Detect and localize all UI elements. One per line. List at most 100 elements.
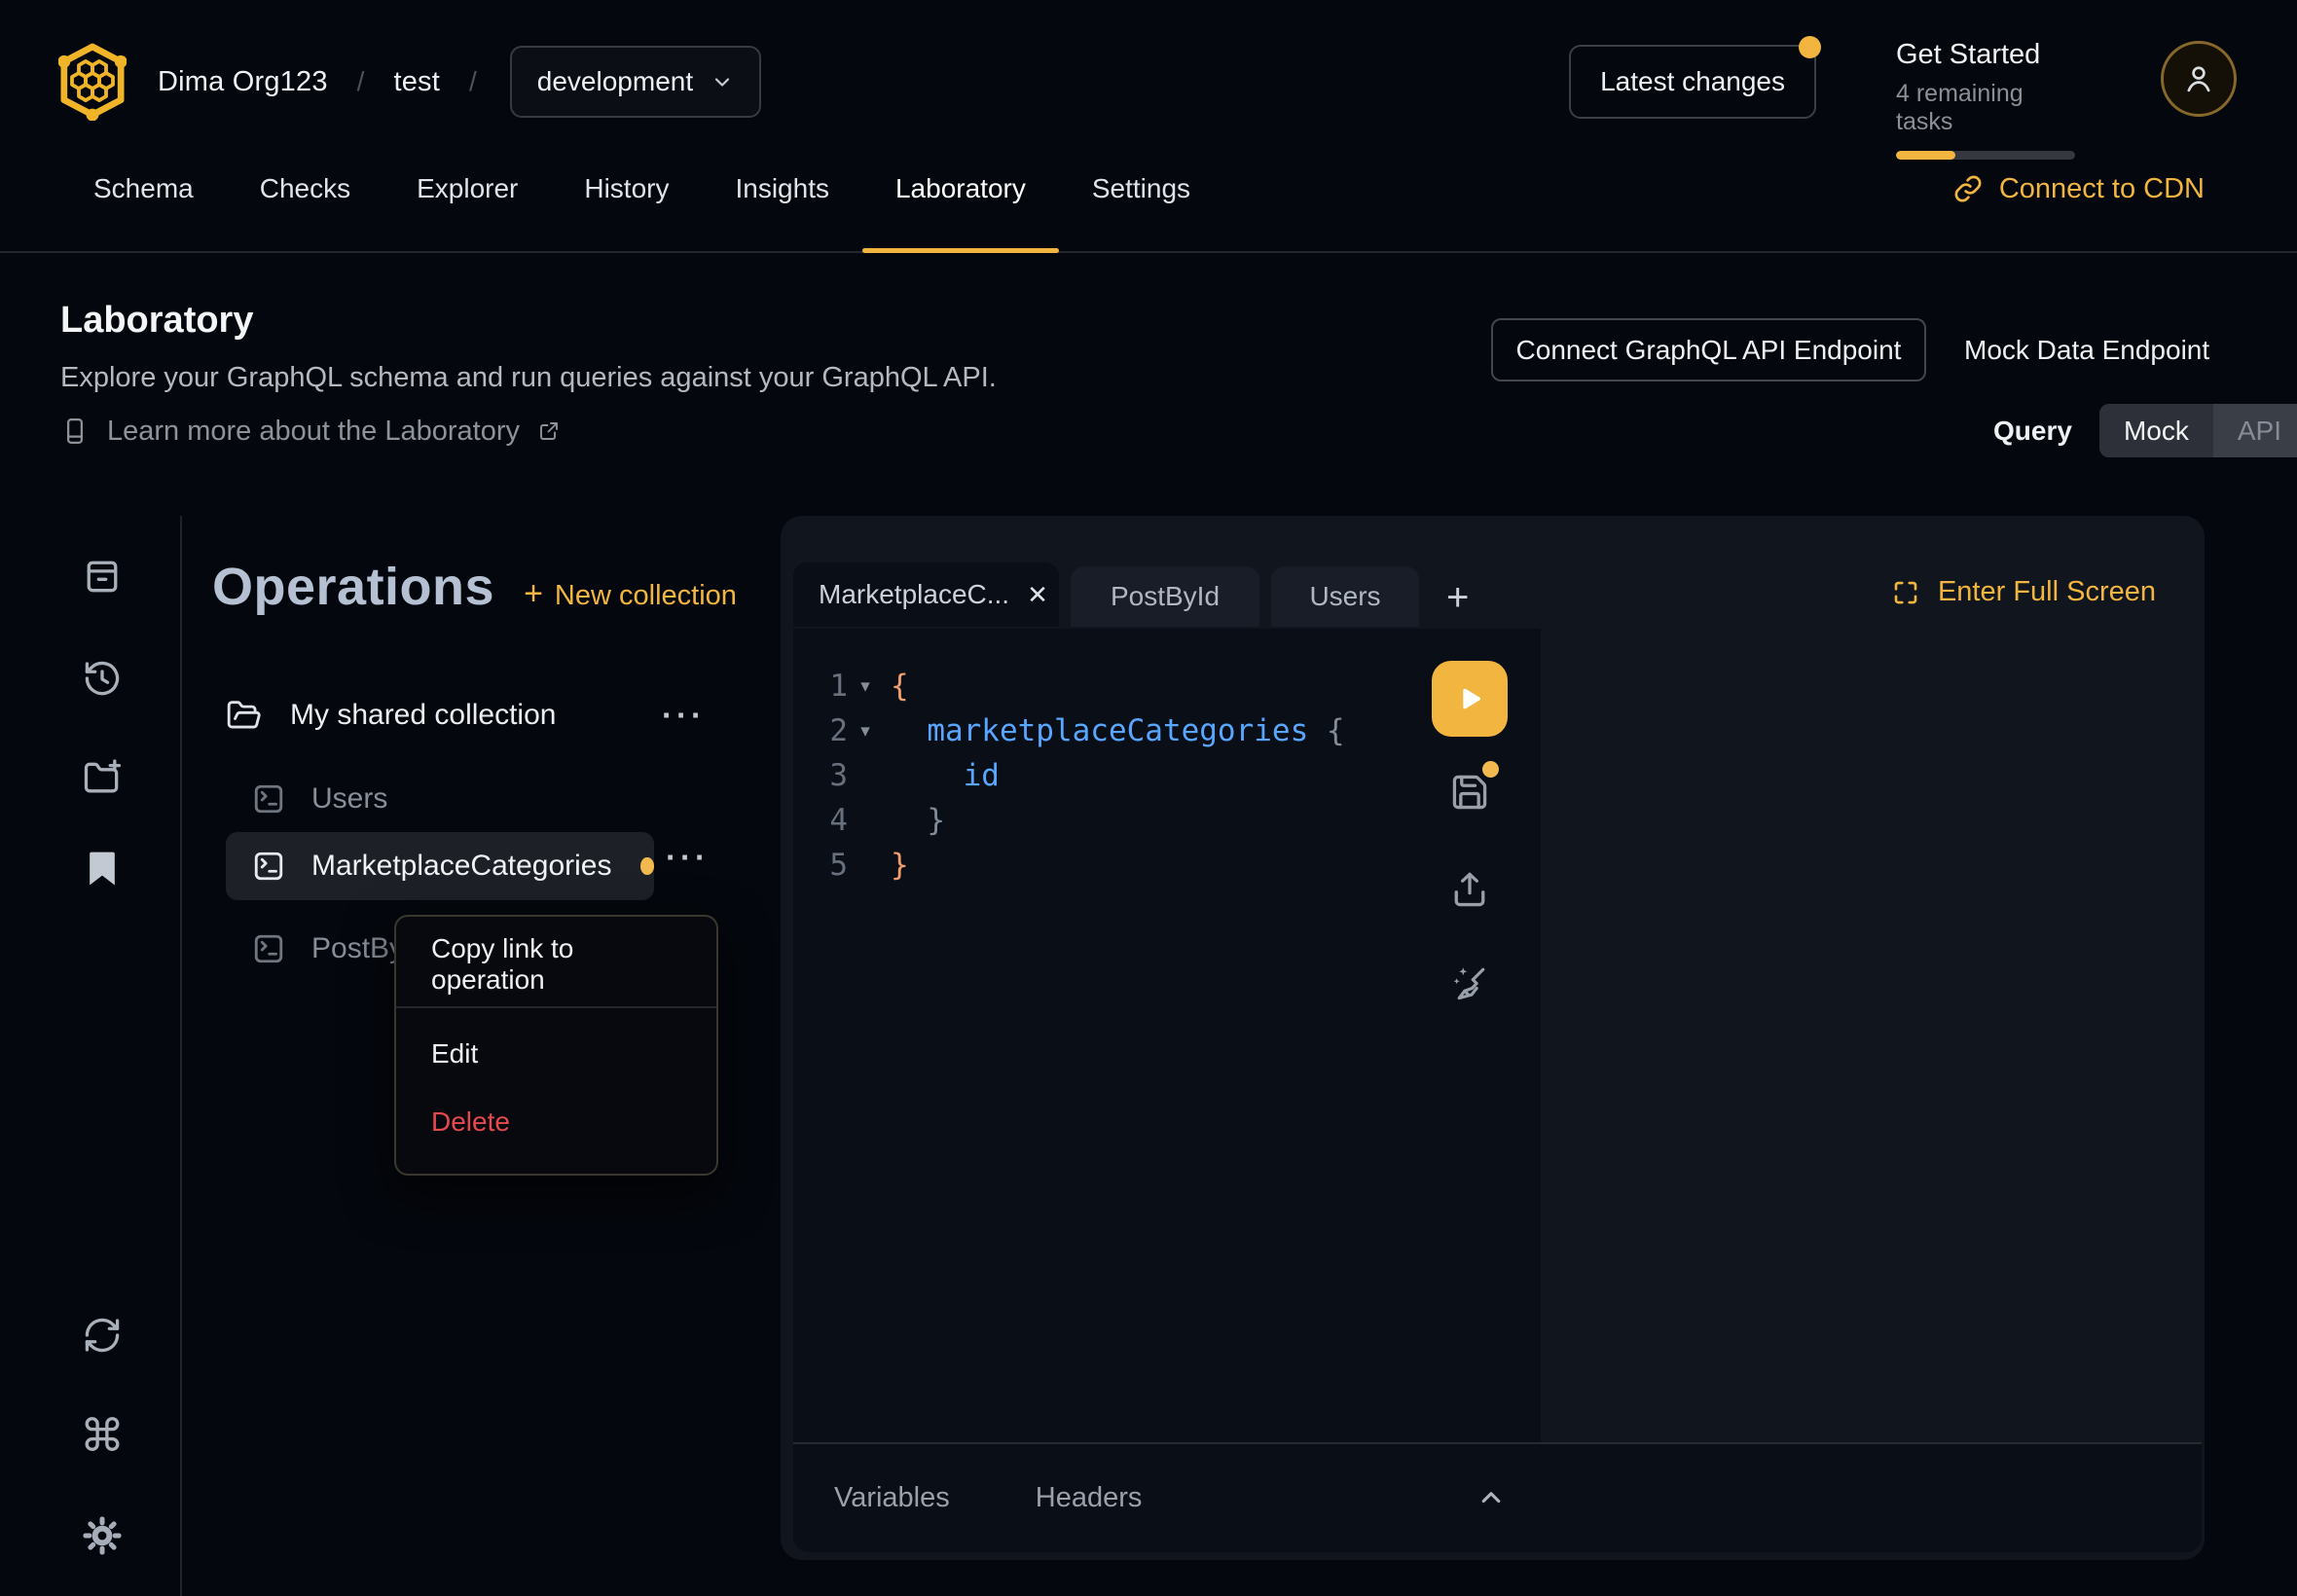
- operation-icon: [251, 781, 286, 816]
- run-query-button[interactable]: [1432, 661, 1508, 737]
- operation-menu-button[interactable]: ···: [666, 839, 710, 876]
- unsaved-changes-dot: [640, 857, 654, 875]
- fullscreen-icon: [1891, 578, 1920, 607]
- latest-changes-label: Latest changes: [1600, 66, 1785, 96]
- tab-schema[interactable]: Schema: [60, 127, 227, 251]
- folder-open-icon: [226, 697, 263, 734]
- user-avatar[interactable]: [2161, 41, 2237, 117]
- save-icon: [1448, 771, 1491, 814]
- tab-explorer[interactable]: Explorer: [383, 127, 551, 251]
- save-operation-button[interactable]: [1432, 770, 1508, 815]
- page-title: Laboratory: [60, 300, 253, 342]
- new-collection-button[interactable]: + New collection: [524, 575, 737, 613]
- tab-checks[interactable]: Checks: [227, 127, 383, 251]
- broom-sparkles-icon: [1448, 961, 1491, 1004]
- variables-tab[interactable]: Variables: [834, 1482, 950, 1514]
- editor-actions: [1432, 661, 1508, 1005]
- tab-settings[interactable]: Settings: [1059, 127, 1223, 251]
- connect-to-cdn-label: Connect to CDN: [1999, 173, 2205, 205]
- bookmark-icon[interactable]: [80, 847, 125, 891]
- folder-plus-icon[interactable]: [80, 756, 125, 801]
- breadcrumb-separator: /: [357, 66, 365, 97]
- learn-more-label: Learn more about the Laboratory: [107, 416, 520, 448]
- editor-tab-marketplacecategories[interactable]: MarketplaceC... ✕: [793, 562, 1059, 627]
- breadcrumb-project[interactable]: test: [393, 66, 440, 98]
- operation-item-users[interactable]: Users: [226, 769, 654, 829]
- editor-tab-users[interactable]: Users: [1271, 566, 1419, 627]
- laboratory-editor-panel: Enter Full Screen MarketplaceC... ✕ Post…: [781, 516, 2205, 1560]
- target-selector-value: development: [537, 66, 693, 97]
- fold-arrow-icon[interactable]: ▾: [848, 720, 883, 742]
- context-menu: Copy link to operation Edit Delete: [394, 915, 718, 1176]
- book-icon: [60, 413, 90, 450]
- collection-menu-button[interactable]: ···: [662, 697, 706, 734]
- menu-item-delete[interactable]: Delete: [396, 1094, 716, 1150]
- breadcrumb-separator: /: [469, 66, 477, 97]
- enter-fullscreen-label: Enter Full Screen: [1938, 576, 2156, 608]
- collection-my-shared-collection[interactable]: My shared collection: [226, 689, 674, 742]
- graphql-hive-laboratory-page: Dima Org123 / test / development Latest …: [0, 0, 2297, 1596]
- menu-item-copy-link[interactable]: Copy link to operation: [396, 936, 716, 993]
- plus-icon: +: [524, 575, 543, 613]
- query-editor[interactable]: 1 ▾ { 2 ▾ marketplaceCategories { 3 id 4: [793, 629, 1541, 1442]
- enter-fullscreen-button[interactable]: Enter Full Screen: [1891, 576, 2156, 608]
- code-line: 2 ▾ marketplaceCategories {: [793, 708, 1541, 753]
- code-line: 1 ▾ {: [793, 664, 1541, 708]
- person-icon: [2180, 60, 2217, 97]
- fold-arrow-icon[interactable]: ▾: [848, 675, 883, 697]
- command-menu-icon[interactable]: ⌘: [80, 1413, 125, 1458]
- tab-history[interactable]: History: [551, 127, 702, 251]
- editor-tab-postbyid[interactable]: PostById: [1071, 566, 1259, 627]
- editor-tab-label: Users: [1309, 581, 1380, 612]
- headers-tab[interactable]: Headers: [1036, 1482, 1143, 1514]
- share-icon: [1448, 868, 1491, 911]
- connect-to-cdn-link[interactable]: Connect to CDN: [1952, 127, 2205, 251]
- code-line: 4 }: [793, 798, 1541, 843]
- archive-box-icon[interactable]: [80, 554, 125, 598]
- operation-icon: [251, 931, 286, 966]
- operation-item-marketplacecategories[interactable]: MarketplaceCategories: [226, 832, 654, 900]
- operations-title: Operations: [212, 557, 494, 617]
- page-subtitle: Explore your GraphQL schema and run quer…: [60, 362, 997, 394]
- menu-item-edit[interactable]: Edit: [396, 1026, 716, 1082]
- code-area: 1 ▾ { 2 ▾ marketplaceCategories { 3 id 4: [793, 629, 1541, 888]
- chevron-down-icon: [711, 70, 734, 93]
- chevron-up-icon: [1475, 1481, 1508, 1514]
- breadcrumb-org[interactable]: Dima Org123: [158, 66, 328, 98]
- operation-name: Users: [311, 782, 387, 816]
- notification-dot: [1799, 36, 1821, 58]
- history-icon[interactable]: [80, 656, 125, 701]
- menu-divider: [396, 1006, 716, 1008]
- prettify-icon[interactable]: [1432, 961, 1508, 1005]
- play-icon: [1450, 679, 1489, 718]
- query-mode-toggle: Mock API: [2099, 404, 2297, 457]
- add-tab-button[interactable]: +: [1446, 578, 1469, 617]
- close-tab-icon[interactable]: ✕: [1027, 580, 1048, 610]
- hive-logo-icon[interactable]: [58, 41, 127, 121]
- editor-tab-label: PostById: [1111, 581, 1220, 612]
- rail-divider: [180, 516, 182, 1596]
- code-line: 3 id: [793, 753, 1541, 798]
- link-icon: [1952, 173, 1984, 204]
- settings-gear-icon[interactable]: [80, 1513, 125, 1558]
- sync-icon[interactable]: [80, 1313, 125, 1358]
- tab-insights[interactable]: Insights: [702, 127, 862, 251]
- share-operation-button[interactable]: [1432, 867, 1508, 912]
- latest-changes-button[interactable]: Latest changes: [1569, 45, 1816, 119]
- connect-graphql-endpoint-button[interactable]: Connect GraphQL API Endpoint: [1491, 318, 1926, 381]
- collection-name: My shared collection: [290, 699, 556, 732]
- editor-tab-label: MarketplaceC...: [819, 579, 1009, 610]
- toggle-option-mock[interactable]: Mock: [2099, 404, 2213, 457]
- mock-data-endpoint-button[interactable]: Mock Data Endpoint: [1964, 321, 2209, 380]
- operation-name: MarketplaceCategories: [311, 850, 611, 883]
- tab-laboratory[interactable]: Laboratory: [862, 127, 1059, 251]
- editor-tabs: MarketplaceC... ✕ PostById Users +: [793, 562, 1469, 627]
- new-collection-label: New collection: [555, 580, 737, 612]
- target-selector[interactable]: development: [510, 46, 761, 118]
- collapse-footer-button[interactable]: [1475, 1481, 1508, 1514]
- toggle-option-api[interactable]: API: [2213, 404, 2297, 457]
- editor-footer: Variables Headers: [793, 1442, 2202, 1552]
- breadcrumb: Dima Org123 / test / development: [158, 45, 761, 119]
- operations-header: Operations + New collection: [212, 557, 737, 617]
- learn-more-link[interactable]: Learn more about the Laboratory: [60, 413, 561, 450]
